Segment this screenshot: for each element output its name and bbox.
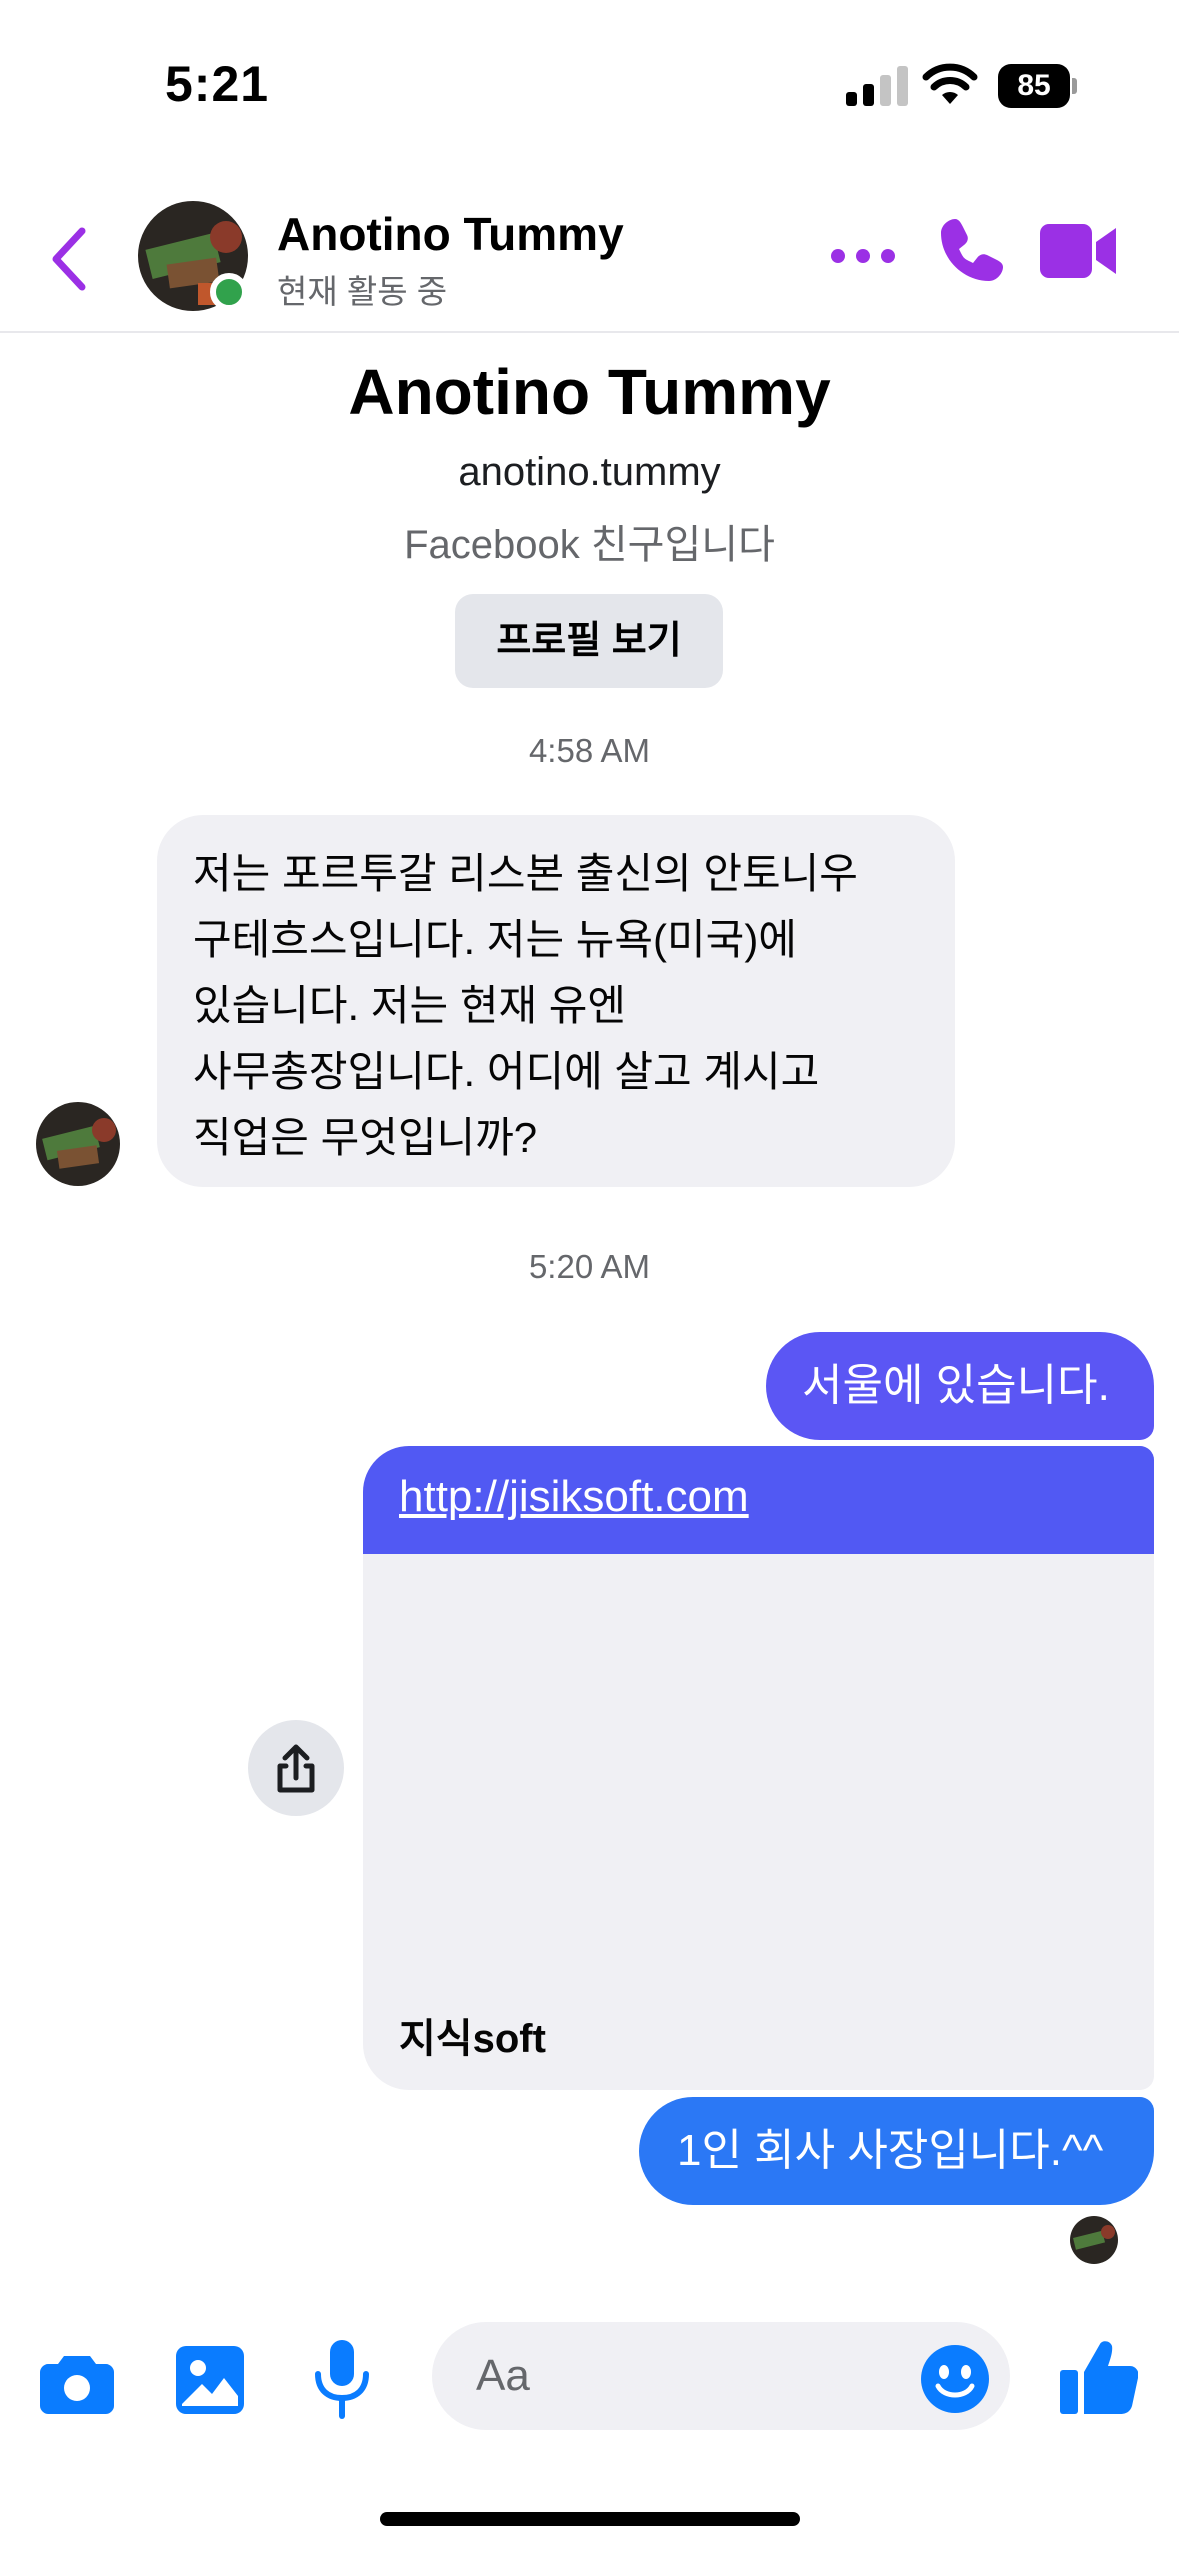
- view-profile-button[interactable]: 프로필 보기: [455, 594, 723, 688]
- link-title: 지식soft: [399, 2017, 546, 2061]
- message-line: 구테흐스입니다. 저는 뉴욕(미국)에: [193, 916, 797, 963]
- microphone-icon[interactable]: [312, 2340, 372, 2420]
- message-line: 있습니다. 저는 현재 유엔: [193, 982, 627, 1029]
- chevron-left-icon[interactable]: [44, 223, 94, 295]
- message-line: 직업은 무엇입니까?: [193, 1114, 538, 1161]
- link-header: http://jisiksoft.com: [363, 1446, 1154, 1554]
- thumbs-up-icon[interactable]: [1060, 2336, 1138, 2416]
- message-composer: [0, 2300, 1179, 2450]
- online-status-dot: [210, 273, 248, 311]
- message-line: 저는 포르투갈 리스본 출신의 안토니우: [193, 850, 858, 897]
- sender-avatar[interactable]: [36, 1102, 120, 1186]
- status-time: 5:21: [165, 56, 270, 112]
- smiley-icon[interactable]: [920, 2344, 990, 2414]
- battery-indicator: 85: [998, 64, 1078, 108]
- share-icon: [277, 1744, 315, 1793]
- outgoing-message[interactable]: 서울에 있습니다.: [766, 1332, 1154, 1440]
- contact-name[interactable]: Anotino Tummy: [277, 207, 624, 261]
- phone-icon[interactable]: [935, 215, 1007, 287]
- chat-header: Anotino Tummy 현재 활동 중: [0, 185, 1179, 333]
- profile-name: Anotino Tummy: [348, 356, 831, 428]
- home-indicator: [380, 2512, 800, 2526]
- incoming-message[interactable]: 저는 포르투갈 리스본 출신의 안토니우 구테흐스입니다. 저는 뉴욕(미국)에…: [157, 815, 955, 1187]
- video-camera-icon[interactable]: [1040, 220, 1118, 282]
- share-button[interactable]: [248, 1720, 344, 1816]
- message-timestamp: 4:58 AM: [528, 732, 651, 769]
- cellular-signal-icon: [846, 66, 908, 106]
- image-icon[interactable]: [174, 2344, 246, 2416]
- link-preview-card[interactable]: http://jisiksoft.com 지식soft: [363, 1446, 1154, 2090]
- battery-level: 85: [998, 64, 1070, 108]
- status-bar: 5:21 85: [0, 0, 1179, 160]
- message-line: 사무총장입니다. 어디에 살고 계시고: [193, 1048, 820, 1095]
- camera-icon[interactable]: [40, 2350, 114, 2414]
- wifi-icon: [922, 63, 978, 104]
- link-url[interactable]: http://jisiksoft.com: [399, 1472, 749, 1522]
- outgoing-message[interactable]: 1인 회사 사장입니다.^^: [639, 2097, 1154, 2205]
- message-timestamp: 5:20 AM: [528, 1248, 651, 1285]
- battery-tip: [1072, 78, 1077, 94]
- seen-indicator-avatar: [1070, 2216, 1118, 2264]
- active-status: 현재 활동 중: [277, 273, 448, 310]
- profile-relation: Facebook 친구입니다: [404, 523, 775, 567]
- profile-handle: anotino.tummy: [458, 450, 721, 494]
- more-dots-icon[interactable]: [830, 241, 896, 271]
